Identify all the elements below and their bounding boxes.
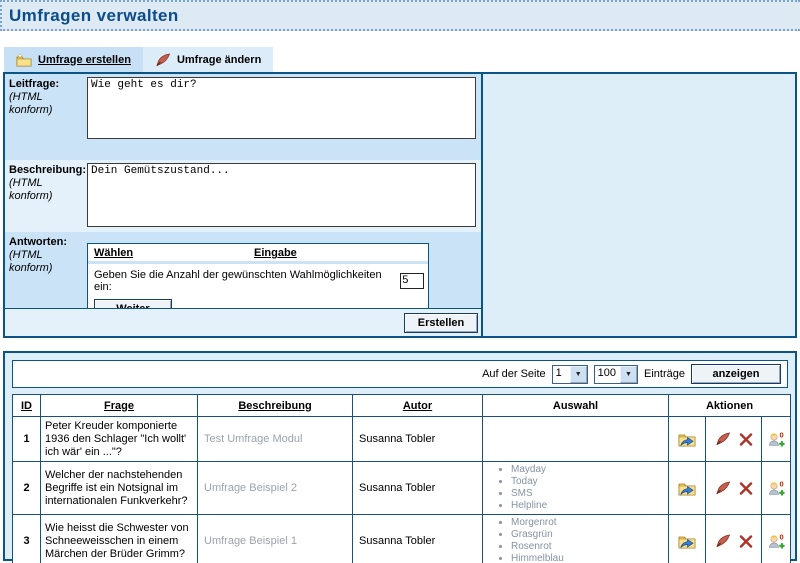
beschreibung-textarea[interactable]: Dein Gemütszustand...	[87, 163, 476, 227]
action-cell-add-user: 0	[762, 462, 791, 515]
leitfrage-label: Leitfrage: (HTML konform)	[5, 74, 87, 160]
page-title: Umfragen verwalten	[2, 6, 179, 26]
choice-item: Grasgrün	[511, 529, 666, 541]
header-autor[interactable]: Autor	[353, 395, 483, 417]
action-cell-results	[669, 417, 706, 462]
action-cell-add-user: 0	[762, 417, 791, 462]
row-frage: Welcher der nachstehenden Begriffe ist e…	[41, 462, 198, 515]
tab-label-erstellen: Umfrage erstellen	[38, 54, 131, 66]
choice-item: Himmelblau	[511, 553, 666, 563]
choice-list: MorgenrotGrasgrünRosenrotHimmelblau	[485, 517, 666, 563]
results-folder-icon[interactable]	[678, 534, 696, 549]
tab-bar: Umfrage erstellen Umfrage ändern	[0, 47, 800, 72]
choice-item: Helpline	[511, 500, 666, 512]
antworten-label: Antworten: (HTML konform)	[5, 232, 87, 308]
tab-umfrage-aendern[interactable]: Umfrage ändern	[143, 47, 273, 72]
edit-quill-icon	[155, 53, 171, 67]
chevron-down-icon: ▼	[570, 366, 587, 383]
row-beschreibung: Umfrage Beispiel 1	[198, 515, 353, 563]
header-beschreibung[interactable]: Beschreibung	[198, 395, 353, 417]
choice-item: SMS	[511, 488, 666, 500]
header-aktionen: Aktionen	[669, 395, 791, 417]
table-header-row: ID Frage Beschreibung Autor Auswahl Akti…	[13, 395, 791, 417]
chevron-down-icon: ▼	[620, 366, 637, 383]
row-id: 3	[13, 515, 41, 563]
add-user-zero-icon[interactable]: 0	[767, 533, 786, 549]
table-row: 3Wie heisst die Schwester von Schneeweis…	[13, 515, 791, 563]
svg-text:0: 0	[780, 533, 784, 542]
action-cell-edit-delete	[706, 417, 762, 462]
pager-suffix-label: Einträge	[644, 368, 685, 380]
choice-item: Today	[511, 476, 666, 488]
delete-x-icon[interactable]	[739, 535, 753, 548]
action-cell-results	[669, 515, 706, 563]
page-header: Umfragen verwalten	[0, 0, 800, 31]
survey-list-panel: Auf der Seite 1 ▼ 100 ▼ Einträge anzeige…	[3, 351, 797, 561]
row-autor: Susanna Tobler	[353, 462, 483, 515]
edit-quill-icon[interactable]	[715, 481, 731, 495]
delete-x-icon[interactable]	[739, 482, 753, 495]
row-id: 2	[13, 462, 41, 515]
anzeigen-button[interactable]: anzeigen	[691, 364, 781, 384]
count-label: Geben Sie die Anzahl der gewünschten Wah…	[94, 269, 397, 293]
table-row: 2Welcher der nachstehenden Begriffe ist …	[13, 462, 791, 515]
page-select[interactable]: 1 ▼	[552, 365, 588, 384]
action-cell-edit-delete	[706, 462, 762, 515]
header-frage[interactable]: Frage	[41, 395, 198, 417]
per-page-select[interactable]: 100 ▼	[594, 365, 638, 384]
leitfrage-row: Leitfrage: (HTML konform) Wie geht es di…	[5, 74, 481, 160]
action-cell-results	[669, 462, 706, 515]
add-user-zero-icon[interactable]: 0	[767, 480, 786, 496]
survey-table-body: 1Peter Kreuder komponierte 1936 den Schl…	[13, 417, 791, 563]
add-user-zero-icon[interactable]: 0	[767, 431, 786, 447]
pager-controls: Auf der Seite 1 ▼ 100 ▼ Einträge anzeige…	[12, 360, 788, 388]
antworten-row: Antworten: (HTML konform) Wählen Eingabe…	[5, 232, 481, 308]
choice-item: Mayday	[511, 464, 666, 476]
erstellen-button[interactable]: Erstellen	[404, 313, 478, 333]
edit-quill-icon[interactable]	[715, 432, 731, 446]
create-survey-form: Leitfrage: (HTML konform) Wie geht es di…	[5, 74, 483, 336]
form-footer: Erstellen	[5, 308, 481, 336]
row-beschreibung: Test Umfrage Modul	[198, 417, 353, 462]
table-row: 1Peter Kreuder komponierte 1936 den Schl…	[13, 417, 791, 462]
choice-item: Morgenrot	[511, 517, 666, 529]
tab-umfrage-erstellen[interactable]: Umfrage erstellen	[4, 47, 143, 72]
choice-item: Rosenrot	[511, 541, 666, 553]
create-survey-panel: Leitfrage: (HTML konform) Wie geht es di…	[3, 72, 797, 338]
action-cell-edit-delete	[706, 515, 762, 563]
delete-x-icon[interactable]	[739, 433, 753, 446]
header-id[interactable]: ID	[13, 395, 41, 417]
row-frage: Peter Kreuder komponierte 1936 den Schla…	[41, 417, 198, 462]
tab-label-aendern: Umfrage ändern	[177, 54, 261, 66]
row-autor: Susanna Tobler	[353, 417, 483, 462]
pager-prefix-label: Auf der Seite	[482, 368, 546, 380]
row-auswahl	[483, 417, 669, 462]
waehlen-link[interactable]: Wählen	[94, 247, 254, 259]
row-auswahl: MaydayTodaySMSHelpline	[483, 462, 669, 515]
row-auswahl: MorgenrotGrasgrünRosenrotHimmelblau	[483, 515, 669, 563]
beschreibung-row: Beschreibung: (HTML konform) Dein Gemüts…	[5, 160, 481, 232]
results-folder-icon[interactable]	[678, 481, 696, 496]
new-folder-icon	[16, 53, 32, 67]
svg-text:0: 0	[780, 480, 784, 489]
edit-quill-icon[interactable]	[715, 534, 731, 548]
header-auswahl: Auswahl	[483, 395, 669, 417]
results-folder-icon[interactable]	[678, 432, 696, 447]
action-cell-add-user: 0	[762, 515, 791, 563]
count-input[interactable]	[400, 273, 424, 289]
eingabe-link[interactable]: Eingabe	[254, 247, 297, 259]
choice-list: MaydayTodaySMSHelpline	[485, 464, 666, 512]
svg-text:0: 0	[780, 431, 784, 440]
row-frage: Wie heisst die Schwester von Schneeweiss…	[41, 515, 198, 563]
survey-table: ID Frage Beschreibung Autor Auswahl Akti…	[12, 394, 791, 563]
beschreibung-label: Beschreibung: (HTML konform)	[5, 160, 87, 232]
row-id: 1	[13, 417, 41, 462]
row-beschreibung: Umfrage Beispiel 2	[198, 462, 353, 515]
row-autor: Susanna Tobler	[353, 515, 483, 563]
leitfrage-textarea[interactable]: Wie geht es dir?	[87, 77, 476, 139]
